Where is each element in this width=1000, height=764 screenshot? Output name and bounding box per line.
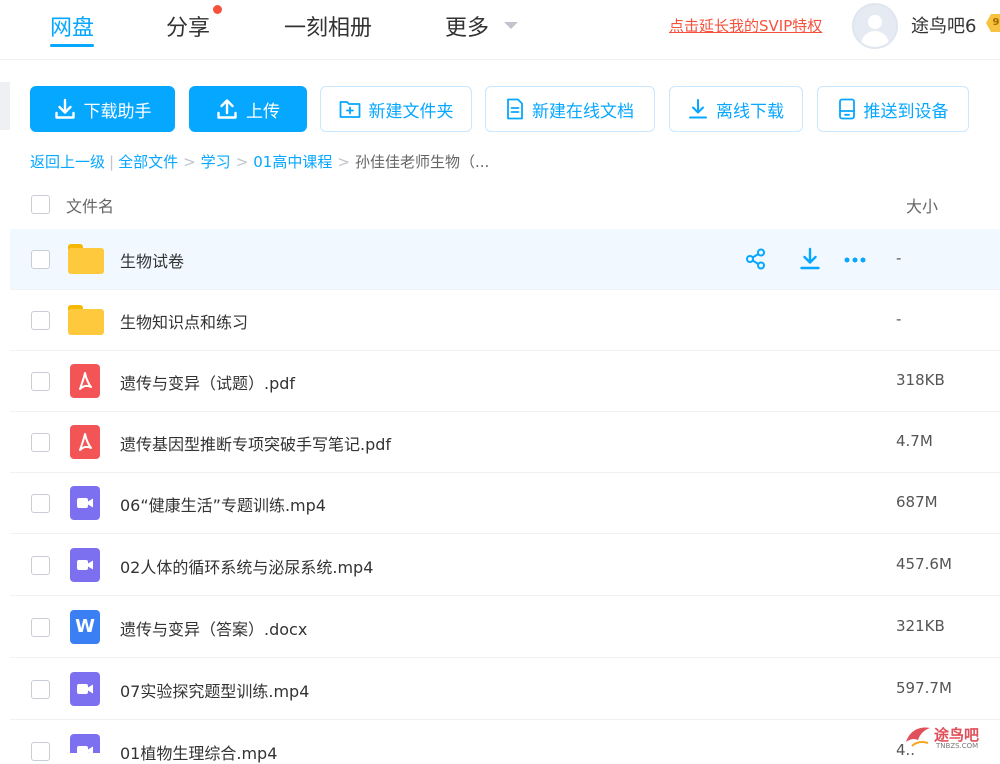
top-nav-bar: 网盘 分享 一刻相册 更多 点击延长我的SVIP特权 途鸟吧6 9 [0, 0, 1000, 60]
pdf-icon [68, 364, 104, 398]
breadcrumb-study[interactable]: 学习 [201, 153, 231, 171]
breadcrumb-current: 孙佳佳老师生物（... [354, 153, 490, 171]
offline-download-button[interactable]: 离线下载 [669, 86, 803, 132]
nav-netdisk[interactable]: 网盘 [50, 10, 94, 42]
file-size: 321KB [896, 617, 945, 635]
video-file-icon [68, 672, 104, 706]
file-row[interactable]: W 遗传与变异（答案）.docx 321KB [10, 597, 1000, 658]
breadcrumb-highschool[interactable]: 01高中课程 [253, 153, 332, 171]
column-name-header[interactable]: 文件名 [66, 193, 114, 217]
back-link[interactable]: 返回上一级 [30, 153, 105, 171]
breadcrumb-sep: > [183, 153, 196, 171]
breadcrumb: 返回上一级 | 全部文件 > 学习 >01高中课程 > 孙佳佳老师生物（... [30, 151, 489, 172]
row-checkbox[interactable] [31, 372, 50, 391]
file-name[interactable]: 06“健康生活”专题训练.mp4 [120, 492, 326, 516]
file-row[interactable]: 生物知识点和练习 - [10, 290, 1000, 351]
new-folder-button[interactable]: 新建文件夹 [320, 86, 472, 132]
breadcrumb-divider: | [109, 153, 115, 171]
row-checkbox[interactable] [31, 556, 50, 575]
file-row[interactable]: 01植物生理综合.mp4 4.. [10, 721, 1000, 763]
row-checkbox[interactable] [31, 494, 50, 513]
row-actions [744, 247, 866, 273]
file-list-header: 文件名 大小 [10, 182, 1000, 228]
file-row[interactable]: 生物试卷 - [10, 229, 1000, 290]
file-size: 457.6M [896, 555, 952, 573]
pdf-icon [68, 425, 104, 459]
new-folder-icon [339, 101, 360, 118]
file-name[interactable]: 02人体的循环系统与泌尿系统.mp4 [120, 554, 373, 578]
push-to-device-button[interactable]: 推送到设备 [817, 86, 969, 132]
row-checkbox[interactable] [31, 742, 50, 761]
file-size: 4.7M [896, 432, 933, 450]
device-icon [838, 98, 855, 120]
nav-more[interactable]: 更多 [445, 10, 489, 42]
breadcrumb-sep: > [235, 153, 249, 171]
new-online-doc-button[interactable]: 新建在线文档 [485, 86, 655, 132]
column-size-header[interactable]: 大小 [906, 193, 938, 217]
download-icon[interactable] [798, 247, 824, 273]
row-checkbox[interactable] [31, 618, 50, 637]
sidebar-edge [0, 82, 10, 130]
download-helper-button[interactable]: 下载助手 [30, 86, 175, 132]
file-name[interactable]: 生物试卷 [120, 248, 184, 272]
new-folder-label: 新建文件夹 [368, 101, 454, 122]
row-checkbox[interactable] [31, 680, 50, 699]
file-size: - [896, 310, 902, 328]
file-size: 318KB [896, 371, 945, 389]
upload-label: 上传 [246, 101, 280, 122]
more-icon[interactable] [842, 247, 868, 273]
file-name[interactable]: 遗传基因型推断专项突破手写笔记.pdf [120, 431, 391, 455]
vip-level-badge: 9 [986, 14, 1000, 32]
video-file-icon [68, 548, 104, 582]
document-icon [507, 98, 523, 120]
file-row[interactable]: 02人体的循环系统与泌尿系统.mp4 457.6M [10, 535, 1000, 596]
file-name[interactable]: 生物知识点和练习 [120, 309, 248, 333]
breadcrumb-sep: > [337, 153, 350, 171]
notification-dot [213, 5, 222, 14]
file-size: 597.7M [896, 679, 952, 697]
offline-download-label: 离线下载 [716, 101, 784, 122]
file-row[interactable]: 06“健康生活”专题训练.mp4 687M [10, 473, 1000, 534]
file-size: - [896, 249, 902, 267]
chevron-down-icon[interactable] [504, 22, 518, 29]
file-name[interactable]: 07实验探究题型训练.mp4 [120, 678, 309, 702]
nav-share[interactable]: 分享 [166, 10, 210, 42]
nav-moment-album[interactable]: 一刻相册 [284, 10, 372, 42]
file-row[interactable]: 遗传基因型推断专项突破手写笔记.pdf 4.7M [10, 412, 1000, 473]
bird-logo-icon [906, 727, 930, 747]
file-name[interactable]: 遗传与变异（答案）.docx [120, 616, 307, 640]
upload-button[interactable]: 上传 [189, 86, 307, 132]
nav-active-indicator [50, 44, 94, 47]
download-icon [54, 98, 75, 119]
row-checkbox[interactable] [31, 433, 50, 452]
offline-download-icon [689, 99, 707, 119]
video-file-icon [68, 486, 104, 520]
avatar[interactable] [852, 3, 898, 49]
upload-icon [217, 99, 237, 119]
breadcrumb-all-files[interactable]: 全部文件 [118, 153, 178, 171]
new-online-doc-label: 新建在线文档 [532, 101, 634, 122]
username[interactable]: 途鸟吧6 [911, 12, 976, 38]
video-file-icon [68, 734, 104, 753]
share-icon[interactable] [744, 247, 770, 273]
file-row[interactable]: 07实验探究题型训练.mp4 597.7M [10, 659, 1000, 720]
download-helper-label: 下载助手 [83, 101, 152, 122]
folder-icon [68, 242, 104, 276]
svip-renew-link[interactable]: 点击延长我的SVIP特权 [669, 15, 822, 36]
file-row[interactable]: 遗传与变异（试题）.pdf 318KB [10, 351, 1000, 412]
file-name[interactable]: 01植物生理综合.mp4 [120, 740, 277, 764]
file-name[interactable]: 遗传与变异（试题）.pdf [120, 370, 295, 394]
site-watermark: 途鸟吧 TNBZS.COM [900, 718, 1000, 753]
row-checkbox[interactable] [31, 311, 50, 330]
select-all-checkbox[interactable] [31, 195, 50, 214]
row-checkbox[interactable] [31, 250, 50, 269]
word-file-icon: W [68, 610, 104, 644]
push-to-device-label: 推送到设备 [863, 101, 949, 122]
file-size: 687M [896, 493, 938, 511]
folder-icon [68, 303, 104, 337]
watermark-sub: TNBZS.COM [936, 742, 979, 750]
